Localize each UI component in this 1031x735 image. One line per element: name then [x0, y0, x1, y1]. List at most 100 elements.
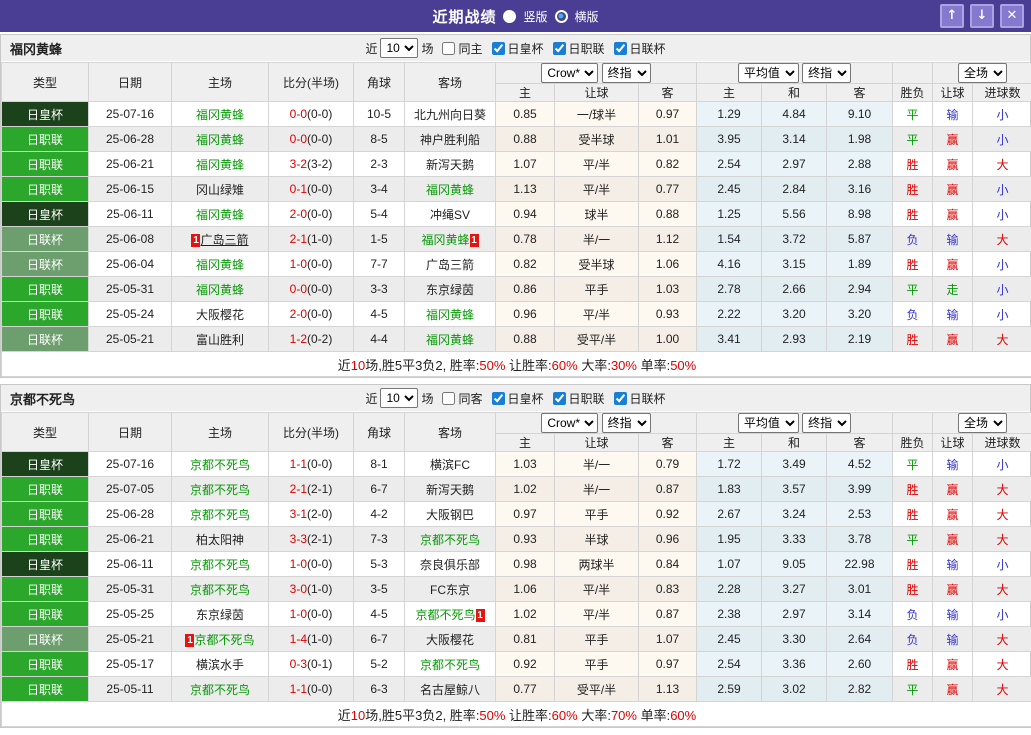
away-header: 客场 — [404, 62, 496, 102]
away-team-name: 大阪樱花 — [425, 632, 474, 647]
same-venue-label[interactable]: 同客 — [458, 390, 482, 407]
handicap-result-cell: 赢 — [932, 676, 974, 702]
league-cell: 日职联 — [1, 676, 89, 702]
average-time-select[interactable]: 终指 — [802, 413, 852, 433]
vertical-layout-radio[interactable] — [503, 9, 517, 23]
result-group-spacer — [892, 412, 934, 434]
league-cell: 日联杯 — [1, 226, 89, 252]
match-filters: 近 10 场 同主 日皇杯 日职联 日联杯 — [365, 38, 666, 58]
odds-away-cell: 1.01 — [638, 126, 697, 152]
vertical-layout-label[interactable]: 竖版 — [523, 8, 547, 25]
handicap-result-cell: 赢 — [932, 201, 974, 227]
result-cell: 胜 — [892, 476, 934, 502]
away-team-cell: 东京绿茵 — [404, 276, 496, 302]
odds-away-cell: 1.07 — [638, 626, 697, 652]
close-button[interactable]: ✕ — [1000, 4, 1024, 28]
competition-label[interactable]: 日职联 — [569, 40, 605, 57]
competition-checkbox[interactable] — [491, 391, 505, 405]
avg-draw-cell: 3.30 — [761, 626, 827, 652]
match-row: 日皇杯 25-06-11 京都不死鸟 1-0(0-0) 5-3 奈良俱乐部 0.98 两球半 0… — [1, 551, 1031, 577]
goals-result-cell: 小 — [972, 126, 1031, 152]
move-up-button[interactable]: ↑ — [940, 4, 964, 28]
away-team-name: 福冈黄蜂 — [421, 232, 470, 247]
fulltime-group: 全场 — [932, 62, 1031, 84]
horizontal-layout-radio[interactable] — [554, 9, 568, 23]
odds-handicap-cell: 两球半 — [554, 551, 639, 577]
result-cell: 平 — [892, 101, 934, 127]
odds-away-cell: 0.83 — [638, 576, 697, 602]
same-venue-label[interactable]: 同主 — [458, 40, 482, 57]
corner-cell: 7-3 — [353, 526, 405, 552]
avg-away-cell: 9.10 — [825, 101, 894, 127]
same-venue-checkbox[interactable] — [442, 391, 456, 405]
odds-time-select[interactable]: 终指 — [601, 63, 651, 83]
competition-label[interactable]: 日皇杯 — [508, 390, 544, 407]
home-team-cell: 福冈黄蜂 — [171, 201, 269, 227]
home-team-cell: 大阪樱花 — [171, 301, 269, 327]
summary-stat-value: 70% — [610, 707, 637, 723]
home-team-name: 大阪樱花 — [195, 307, 244, 322]
match-count-select[interactable]: 10 — [380, 388, 419, 408]
competition-checkbox[interactable] — [552, 391, 566, 405]
competition-checkbox[interactable] — [491, 41, 505, 55]
goals-result-cell: 小 — [972, 601, 1031, 627]
competition-label[interactable]: 日皇杯 — [508, 40, 544, 57]
subcolumn-header: 主 — [495, 83, 555, 102]
avg-home-cell: 3.41 — [696, 326, 762, 352]
match-count-select[interactable]: 10 — [380, 38, 419, 58]
competition-label[interactable]: 日职联 — [569, 390, 605, 407]
avg-draw-cell: 2.97 — [761, 151, 827, 177]
summary-stat-label: 大率: — [577, 707, 611, 723]
bookmaker-select[interactable]: Crow* — [541, 413, 599, 433]
goals-result-cell: 大 — [972, 651, 1031, 677]
corner-header: 角球 — [353, 62, 405, 102]
average-select[interactable]: 平均值 — [737, 63, 799, 83]
home-team-name: 福冈黄蜂 — [195, 107, 244, 122]
avg-away-cell: 3.14 — [825, 601, 894, 627]
avg-away-cell: 2.82 — [825, 676, 894, 702]
competition-checkbox[interactable] — [613, 391, 627, 405]
match-row: 日皇杯 25-06-11 福冈黄蜂 2-0(0-0) 5-4 冲绳SV 0.94 球半 0.88… — [1, 201, 1031, 227]
away-team-name: 新泻天鹅 — [425, 482, 474, 497]
type-header: 类型 — [1, 62, 89, 102]
competition-checkbox[interactable] — [613, 41, 627, 55]
halftime-score: (0-0) — [307, 282, 333, 296]
score-header: 比分(半场) — [268, 62, 354, 102]
fulltime-score: 2-0 — [289, 307, 307, 321]
away-team-cell: 新泻天鹅 — [404, 476, 496, 502]
competition-checkbox[interactable] — [552, 41, 566, 55]
competition-label[interactable]: 日联杯 — [630, 390, 666, 407]
goals-result-cell: 小 — [972, 551, 1031, 577]
odds-away-cell: 0.82 — [638, 151, 697, 177]
same-venue-checkbox[interactable] — [442, 41, 456, 55]
result-group-spacer — [892, 62, 934, 84]
odds-home-cell: 1.06 — [495, 576, 555, 602]
avg-away-cell: 3.16 — [825, 176, 894, 202]
avg-home-cell: 2.28 — [696, 576, 762, 602]
average-time-select[interactable]: 终指 — [802, 63, 852, 83]
avg-home-cell: 2.54 — [696, 151, 762, 177]
average-select[interactable]: 平均值 — [737, 413, 799, 433]
avg-draw-cell: 2.97 — [761, 601, 827, 627]
avg-home-cell: 1.07 — [696, 551, 762, 577]
avg-away-cell: 3.20 — [825, 301, 894, 327]
result-cell: 胜 — [892, 651, 934, 677]
summary-text: 近10场,胜5平3负2, 胜率:50% 让胜率:60% 大率:70% 单率:60… — [0, 701, 1031, 727]
move-down-button[interactable]: ↓ — [970, 4, 994, 28]
summary-stat-value: 50% — [479, 357, 506, 373]
period-select[interactable]: 全场 — [958, 63, 1008, 83]
odds-away-cell: 0.96 — [638, 526, 697, 552]
subcolumn-header: 让球 — [932, 83, 974, 102]
competition-label[interactable]: 日联杯 — [630, 40, 666, 57]
period-select[interactable]: 全场 — [958, 413, 1008, 433]
horizontal-layout-label[interactable]: 横版 — [575, 8, 599, 25]
home-header: 主场 — [171, 412, 269, 452]
avg-away-cell: 3.99 — [825, 476, 894, 502]
result-cell: 负 — [892, 626, 934, 652]
average-odds-group: 平均值 终指 — [695, 62, 894, 84]
away-team-name: 广岛三箭 — [425, 257, 474, 272]
halftime-score: (0-0) — [307, 557, 333, 571]
odds-time-select[interactable]: 终指 — [601, 413, 651, 433]
corner-cell: 8-5 — [353, 126, 405, 152]
bookmaker-select[interactable]: Crow* — [541, 63, 599, 83]
